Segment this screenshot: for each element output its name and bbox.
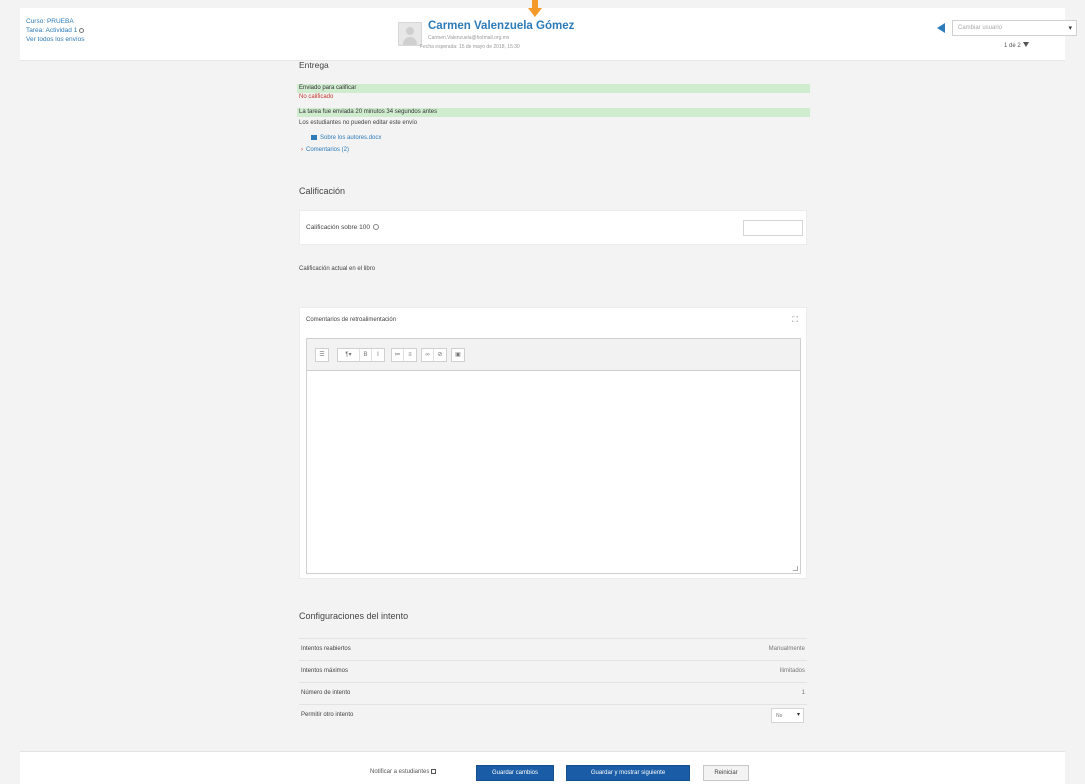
course-link[interactable]: Curso: PRUEBA [26,17,85,26]
allow-another-attempt-value: No [776,713,783,719]
italic-icon[interactable]: I [372,349,384,361]
file-row: Sobre los autores.docx [309,134,381,143]
attempt-settings-heading: Configuraciones del intento [299,611,409,621]
attempt-row-max: Intentos máximos Ilimitados [299,660,807,682]
attempt-label: Intentos máximos [301,668,349,674]
edit-lock-info: Los estudiantes no pueden editar este en… [299,120,418,126]
toolbar-group-3: ≔ ≡ [391,348,417,362]
status-submitted: Enviado para calificar [297,84,810,93]
toolbar-group-5: ▣ [451,348,465,362]
grade-input[interactable] [743,220,803,236]
grader-header: Curso: PRUEBA Tarea: Actividad 1 Ver tod… [20,0,1077,61]
toolbar-group-4: ∞ ⊘ [421,348,447,362]
save-changes-button[interactable]: Guardar cambios [476,765,554,781]
attempt-label: Permitir otro intento [301,712,354,718]
ordered-list-icon[interactable]: ≡ [404,349,416,361]
image-icon[interactable]: ▣ [452,349,464,361]
gear-icon[interactable] [79,27,85,33]
top-strip [0,0,1085,8]
link-icon[interactable]: ∞ [422,349,434,361]
notify-label: Notificar a estudiantes [370,769,430,776]
comments-link[interactable]: Comentarios (2) [306,147,349,153]
chevron-right-icon[interactable]: › [301,147,303,153]
attempt-value: 1 [801,690,805,696]
feedback-editor[interactable]: ☰ ¶▾ B I ≔ ≡ ∞ ⊘ ▣ [306,338,801,574]
notify-students[interactable]: Notificar a estudiantes [370,769,437,776]
attempt-label: Intentos reabiertos [301,646,351,652]
allow-another-attempt-select[interactable]: No ▾ [771,708,804,723]
change-user-select[interactable]: Cambiar usuario ▾ [952,20,1077,36]
status-not-graded: No calificado [299,94,334,100]
view-all-submissions-link[interactable]: Ver todos los envíos [26,35,85,44]
caret-down-icon: ▾ [1068,25,1072,32]
unordered-list-icon[interactable]: ≔ [392,349,404,361]
feedback-box: Comentarios de retroalimentación ⛶ ☰ ¶▾ … [299,307,807,579]
task-link[interactable]: Tarea: Actividad 1 [26,27,77,34]
editor-toolbar: ☰ ¶▾ B I ≔ ≡ ∞ ⊘ ▣ [307,339,800,371]
attempt-row-allow-another: Permitir otro intento No ▾ [299,704,807,726]
breadcrumb-links: Curso: PRUEBA Tarea: Actividad 1 Ver tod… [26,17,85,44]
filter-icon[interactable] [1022,42,1029,47]
caret-down-icon: ▾ [796,712,800,718]
user-counter: 1 de 2 [1004,42,1029,49]
help-icon[interactable] [372,224,379,231]
file-icon [311,134,317,140]
expand-icon[interactable]: ⛶ [792,315,798,325]
feedback-label: Comentarios de retroalimentación [306,317,397,323]
change-user-placeholder: Cambiar usuario [958,25,1003,31]
comments-row: › Comentarios (2) [299,146,349,155]
toolbar-group-2: ¶▾ B I [337,348,385,362]
reset-button[interactable]: Reiniciar [703,765,749,781]
resize-handle-icon[interactable] [793,566,798,571]
user-email: Carmen.Valenzuela@hotmail.org.mx [428,35,510,41]
due-date: Fecha esperada: 15 de mayo de 2018, 15:3… [420,44,520,50]
attempt-row-number: Número de intento 1 [299,682,807,704]
notify-checkbox[interactable] [431,769,437,774]
grade-label: Calificación sobre 100 [306,224,370,231]
submission-heading: Entrega [299,60,329,70]
show-more-buttons-icon[interactable]: ☰ [316,349,328,361]
avatar [398,22,422,46]
save-and-next-button[interactable]: Guardar y mostrar siguiente [566,765,690,781]
action-footer: Notificar a estudiantes Guardar cambios … [20,751,1065,784]
attempt-value: Manualmente [768,646,805,652]
bold-icon[interactable]: B [360,349,372,361]
current-grade-label: Calificación actual en el libro [299,266,376,272]
attempt-value: Ilimitados [779,668,805,674]
grade-box: Calificación sobre 100 [299,210,807,245]
attempt-label: Número de intento [301,690,351,696]
attempt-row-reopened: Intentos reabiertos Manualmente [299,638,807,660]
time-info: La tarea fue enviada 20 minutos 34 segun… [297,108,810,117]
toolbar-group-1: ☰ [315,348,329,362]
grade-heading: Calificación [299,186,346,196]
grade-label-row: Calificación sobre 100 [306,224,379,231]
user-name-link[interactable]: Carmen Valenzuela Gómez [428,20,574,32]
counter-text: 1 de 2 [1004,43,1021,49]
file-link[interactable]: Sobre los autores.docx [320,135,381,141]
task-link-row: Tarea: Actividad 1 [26,26,85,35]
previous-user-icon[interactable] [937,23,945,33]
unlink-icon[interactable]: ⊘ [434,349,446,361]
paragraph-style-icon[interactable]: ¶▾ [338,349,360,361]
arrow-down-icon [528,0,542,17]
